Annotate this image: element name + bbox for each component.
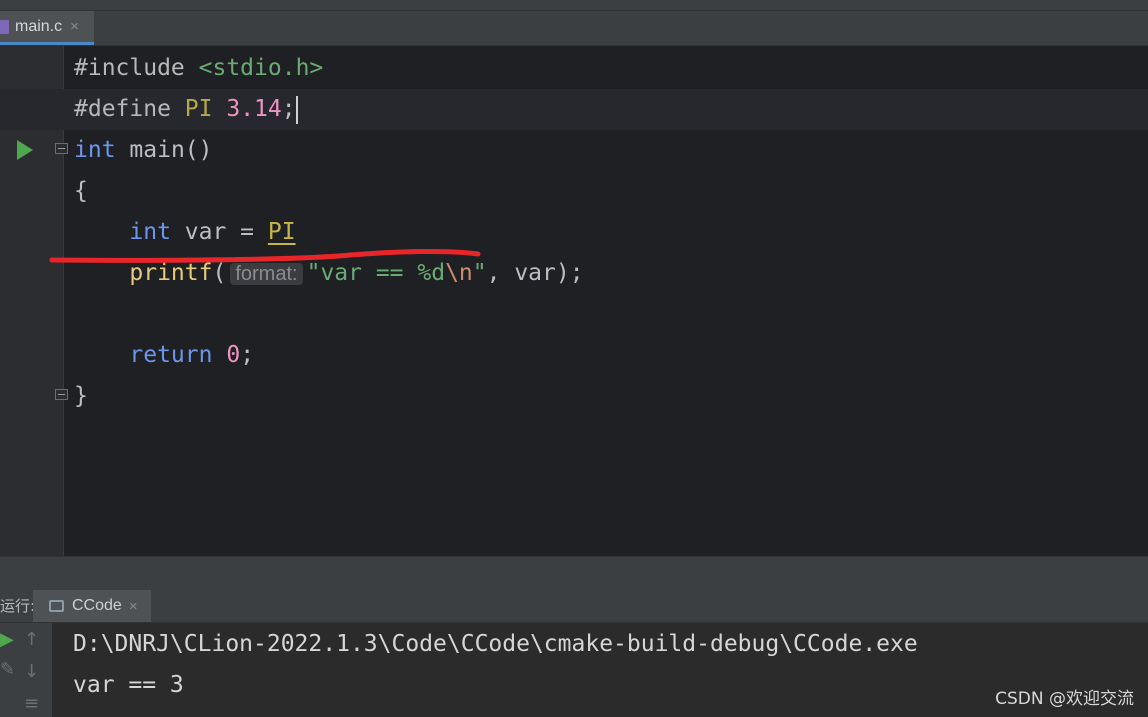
run-tab-label: CCode <box>72 597 122 614</box>
arrow-down-icon[interactable]: ↓ <box>24 661 39 682</box>
console-toolbar: ▶ ↑ ✎ ↓ ≡ <box>0 623 52 717</box>
console-line: D:\DNRJ\CLion-2022.1.3\Code\CCode\cmake-… <box>73 631 918 657</box>
arrow-up-icon[interactable]: ↑ <box>24 629 39 650</box>
editor-tab-main-c[interactable]: main.c × <box>0 11 94 45</box>
watermark: CSDN @欢迎交流 <box>995 689 1134 709</box>
red-annotation-underline <box>49 248 481 263</box>
run-tab-ccode[interactable]: CCode × <box>33 590 151 622</box>
soft-wrap-icon[interactable]: ≡ <box>24 693 39 714</box>
editor-tab-label: main.c <box>15 17 63 35</box>
title-strip <box>0 0 1148 11</box>
console-output[interactable]: ▶ ↑ ✎ ↓ ≡ D:\DNRJ\CLion-2022.1.3\Code\CC… <box>0 623 1148 717</box>
console-icon <box>49 600 64 612</box>
panel-divider <box>0 556 1148 591</box>
run-panel-header: 运行: CCode × <box>0 590 1148 623</box>
editor-tab-bar: main.c × <box>0 11 1148 46</box>
close-icon[interactable]: × <box>129 598 138 615</box>
close-icon[interactable]: × <box>70 18 79 35</box>
code-editor[interactable]: #include <stdio.h> #define PI 3.14; int … <box>0 46 1148 556</box>
c-file-icon <box>0 19 9 34</box>
rerun-icon[interactable]: ▶ <box>0 629 14 650</box>
run-panel-label: 运行: <box>0 597 36 615</box>
wrench-icon[interactable]: ✎ <box>0 659 15 680</box>
console-line: var == 3 <box>73 672 184 698</box>
